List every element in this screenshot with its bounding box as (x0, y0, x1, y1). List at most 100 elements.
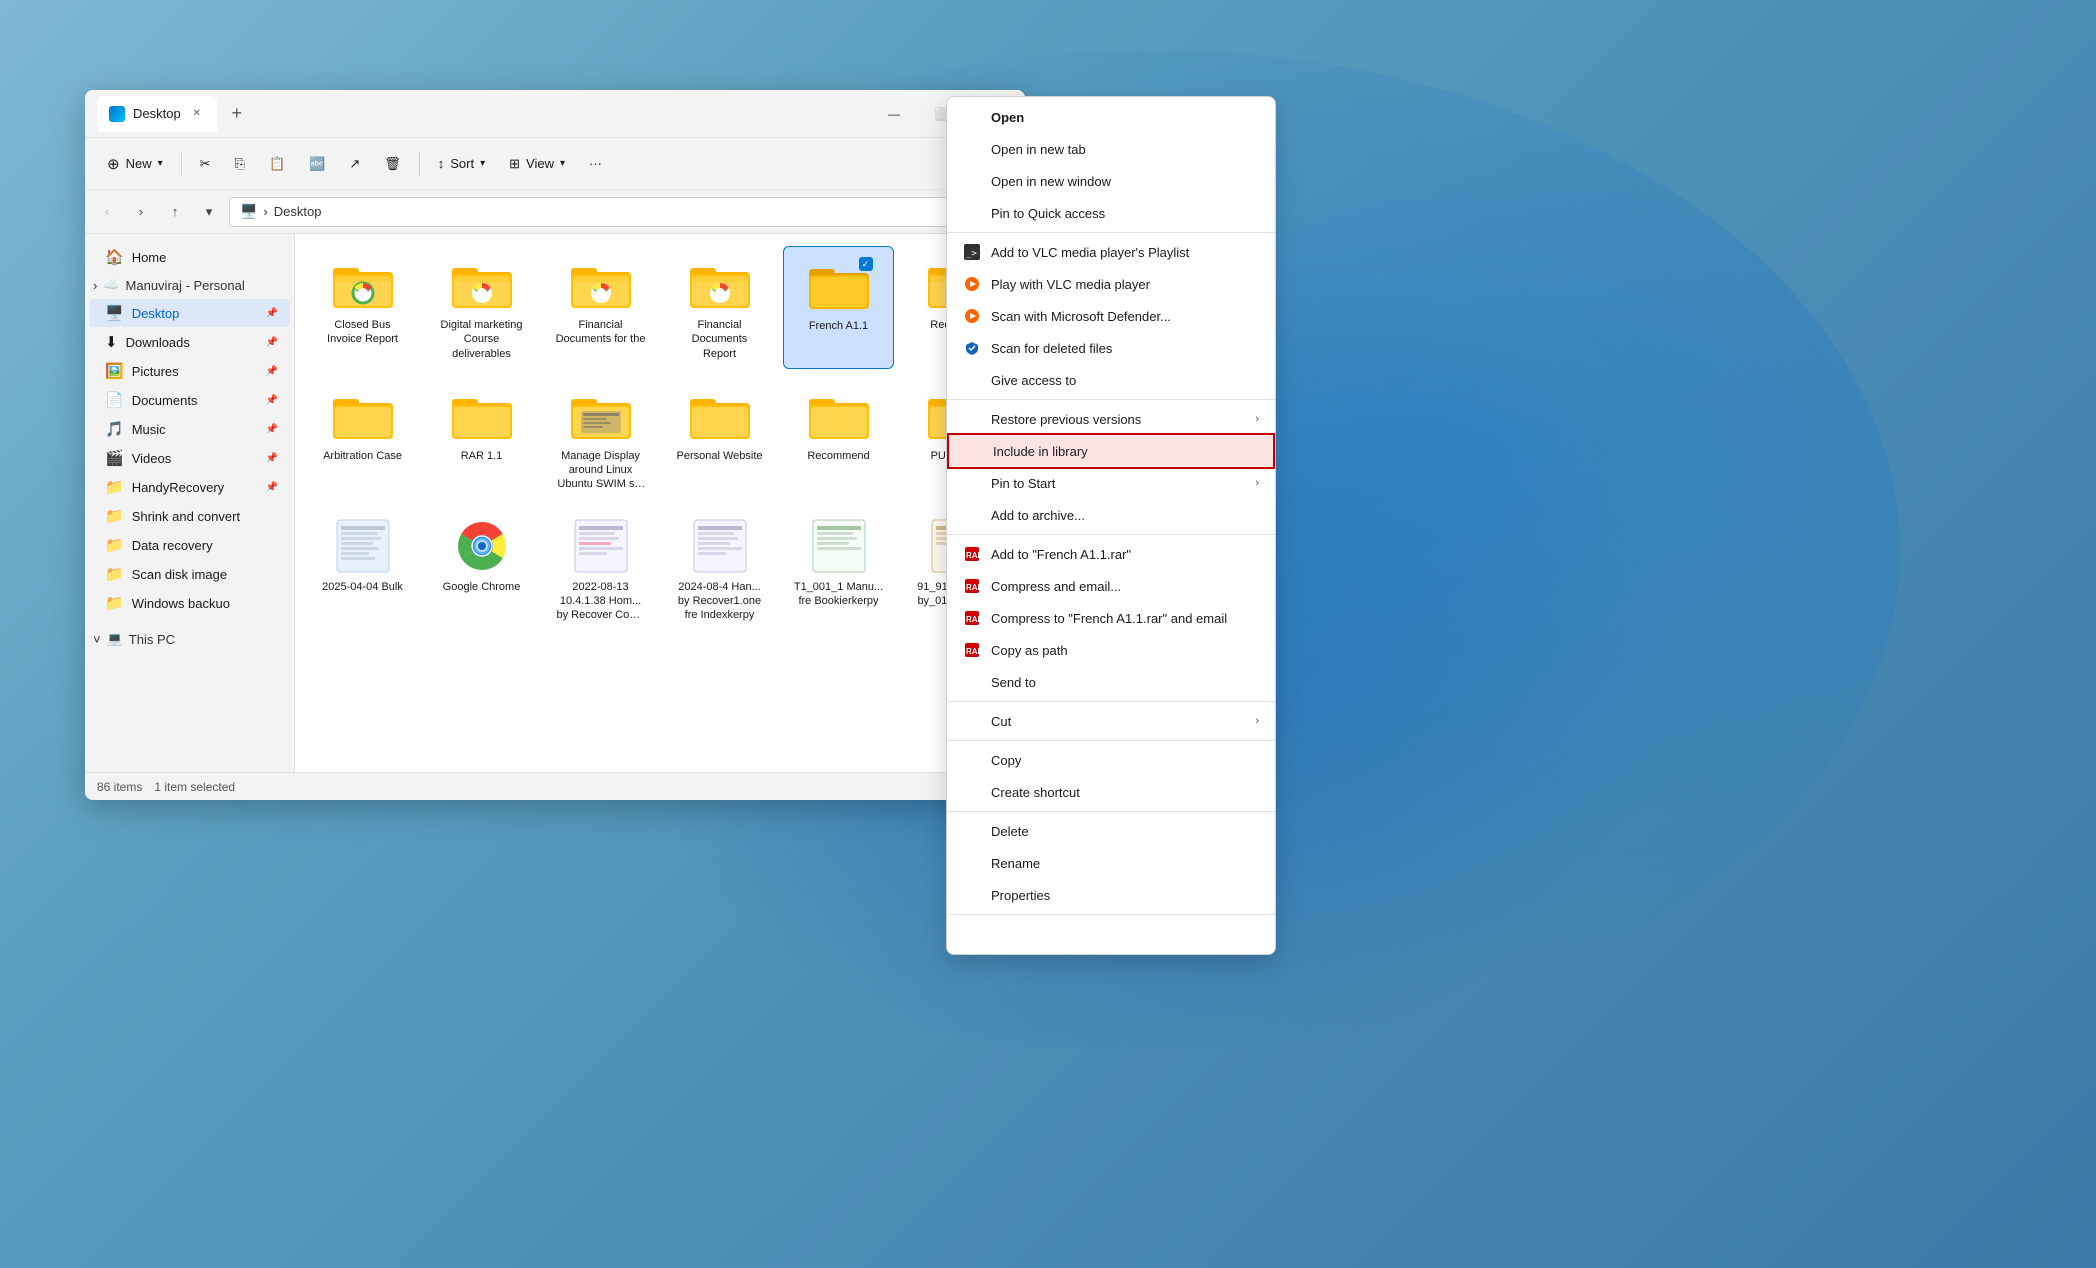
sidebar-item-thispc[interactable]: ˅ 💻 This PC (85, 626, 294, 652)
sidebar-item-desktop[interactable]: 🖥️ Desktop 📌 (89, 299, 290, 327)
cm-give-access-icon (963, 410, 981, 428)
cm-sep-4 (947, 701, 1275, 702)
cm-properties[interactable] (947, 918, 1275, 950)
cm-pin-start[interactable]: Add to archive... (947, 499, 1275, 531)
file-item-recommend[interactable]: Recommend (783, 377, 894, 500)
delete-button[interactable]: 🗑 (374, 146, 411, 182)
file-item-financial[interactable]: Financial Documents for the (545, 246, 656, 369)
cm-vlc-play[interactable]: Scan with Microsoft Defender... (947, 300, 1275, 332)
cm-open-new-window[interactable]: Open in new window (947, 165, 1275, 197)
file-item-french[interactable]: ✓ French A1.1 (783, 246, 894, 369)
sidebar-item-music[interactable]: 🎵 Music 📌 (89, 415, 290, 443)
cm-add-rar[interactable]: RAR Compress and email... (947, 570, 1275, 602)
sidebar-item-windowsbackup[interactable]: 📁 Windows backuo (89, 589, 290, 617)
sidebar-item-shrink[interactable]: 📁 Shrink and convert (89, 502, 290, 530)
cm-give-access[interactable]: Restore previous versions › (947, 403, 1275, 435)
back-button[interactable]: ‹ (93, 198, 121, 226)
file-item-manage-display[interactable]: Manage Display around Linux Ubuntu SWIM … (545, 377, 656, 500)
file-item-financial2[interactable]: Financial Documents Report (664, 246, 775, 369)
cm-give-access-arrow: › (1255, 413, 1259, 425)
sidebar-item-scandisk[interactable]: 📁 Scan disk image (89, 560, 290, 588)
file-item-doc3[interactable]: 2024-08-4 Han... by Recover1.one fre Ind… (664, 508, 775, 631)
cm-delete[interactable]: Rename (947, 847, 1275, 879)
tab-close-button[interactable]: ✕ (189, 106, 205, 122)
file-item-arbitration[interactable]: Arbitration Case (307, 377, 418, 500)
selected-count: 1 item selected (154, 780, 235, 794)
sidebar-item-pictures[interactable]: 🖼️ Pictures 📌 (89, 357, 290, 385)
sidebar-item-documents[interactable]: 📄 Documents 📌 (89, 386, 290, 414)
cm-copy[interactable]: Create shortcut (947, 776, 1275, 808)
cm-compress-rar-email[interactable]: RAR Copy as path (947, 634, 1275, 666)
cm-cut[interactable]: Copy (947, 744, 1275, 776)
rename-icon: 🔤 (309, 156, 325, 172)
file-name-chrome: Google Chrome (443, 580, 521, 594)
forward-button[interactable]: › (127, 198, 155, 226)
cm-include-library[interactable]: Pin to Start › (947, 467, 1275, 499)
sort-button[interactable]: ↕ Sort ▾ (428, 146, 495, 182)
file-name-personal: Personal Website (676, 449, 762, 463)
sidebar-item-home[interactable]: 🏠 Home (89, 243, 290, 271)
copy-button[interactable]: ⎘ (225, 146, 255, 182)
file-item-closed-bus[interactable]: Closed Bus Invoice Report (307, 246, 418, 369)
cm-defender-icon (963, 339, 981, 357)
new-tab-button[interactable]: + (221, 98, 253, 130)
sidebar-item-datarecovery[interactable]: 📁 Data recovery (89, 531, 290, 559)
sidebar-label-desktop: Desktop (132, 306, 180, 321)
address-path[interactable]: 🖥️ › Desktop (229, 197, 983, 227)
explorer-tab[interactable]: Desktop ✕ (97, 96, 217, 132)
cm-rename-icon (963, 886, 981, 904)
new-button[interactable]: ⊕ New ▾ (97, 146, 173, 182)
cm-copy-icon (963, 783, 981, 801)
cm-copy-path[interactable]: Send to (947, 666, 1275, 698)
cm-vlc-playlist[interactable]: Play with VLC media player (947, 268, 1275, 300)
cm-pin-quick[interactable]: Pin to Quick access (947, 197, 1275, 229)
file-name-doc1: 2025-04-04 Bulk (322, 580, 403, 594)
cut-button[interactable]: ✂ (190, 146, 221, 182)
cm-send-to[interactable]: Cut › (947, 705, 1275, 737)
downloads-icon: ⬇ (105, 333, 118, 351)
file-item-digital[interactable]: Digital marketing Course deliverables (426, 246, 537, 369)
cm-create-shortcut[interactable]: Delete (947, 815, 1275, 847)
cm-restore-prev[interactable]: Include in library (947, 433, 1275, 469)
cm-open[interactable]: Open (947, 101, 1275, 133)
sidebar-label-handyrecovery: HandyRecovery (132, 480, 225, 495)
shrink-icon: 📁 (105, 507, 124, 525)
file-item-doc1[interactable]: 2025-04-04 Bulk (307, 508, 418, 631)
more-button[interactable]: ··· (579, 146, 612, 182)
minimize-button[interactable]: — (871, 98, 917, 130)
file-item-doc2[interactable]: 2022-08-13 10.4.1.38 Hom... by Recover C… (545, 508, 656, 631)
file-name-manage: Manage Display around Linux Ubuntu SWIM … (556, 449, 646, 492)
view-label: View (526, 156, 554, 171)
paste-button[interactable]: 📋 (259, 146, 295, 182)
sidebar-item-handyrecovery[interactable]: 📁 HandyRecovery 📌 (89, 473, 290, 501)
file-area: Closed Bus Invoice Report (295, 234, 1025, 772)
doc-thumb-2 (565, 516, 637, 576)
sidebar-item-downloads[interactable]: ⬇ Downloads 📌 (89, 328, 290, 356)
rename-button[interactable]: 🔤 (299, 146, 335, 182)
sidebar-item-videos[interactable]: 🎬 Videos 📌 (89, 444, 290, 472)
cm-compress-email[interactable]: RAR Compress to "French A1.1.rar" and em… (947, 602, 1275, 634)
file-item-chrome[interactable]: Google Chrome (426, 508, 537, 631)
file-item-doc4[interactable]: T1_001_1 Manu... fre Bookierkerpy (783, 508, 894, 631)
share-button[interactable]: ↗ (339, 146, 370, 182)
folder-icon-french: ✓ (803, 255, 875, 315)
view-button[interactable]: ⊞ View ▾ (499, 146, 575, 182)
file-item-personal-website[interactable]: Personal Website (664, 377, 775, 500)
toolbar-separator-2 (419, 152, 420, 176)
cm-scan-deleted[interactable]: Give access to (947, 364, 1275, 396)
recent-button[interactable]: ▾ (195, 198, 223, 226)
cm-compress-rar-icon: RAR (963, 641, 981, 659)
cm-open-terminal[interactable]: _> Add to VLC media player's Playlist (947, 236, 1275, 268)
cm-open-new-tab[interactable]: Open in new tab (947, 133, 1275, 165)
sort-dropdown-icon: ▾ (480, 158, 485, 169)
doc-thumb-4 (803, 516, 875, 576)
cm-scan-defender[interactable]: Scan for deleted files (947, 332, 1275, 364)
cm-add-archive[interactable]: RAR Add to "French A1.1.rar" (947, 538, 1275, 570)
cm-send-to-icon (963, 712, 981, 730)
cm-vlc1-icon (963, 275, 981, 293)
sidebar-item-manuviraj[interactable]: › ☁️ Manuviraj - Personal (85, 272, 294, 298)
up-button[interactable]: ↑ (161, 198, 189, 226)
cm-rename[interactable]: Properties (947, 879, 1275, 911)
sidebar-label-scandisk: Scan disk image (132, 567, 227, 582)
file-item-rar[interactable]: RAR 1.1 (426, 377, 537, 500)
